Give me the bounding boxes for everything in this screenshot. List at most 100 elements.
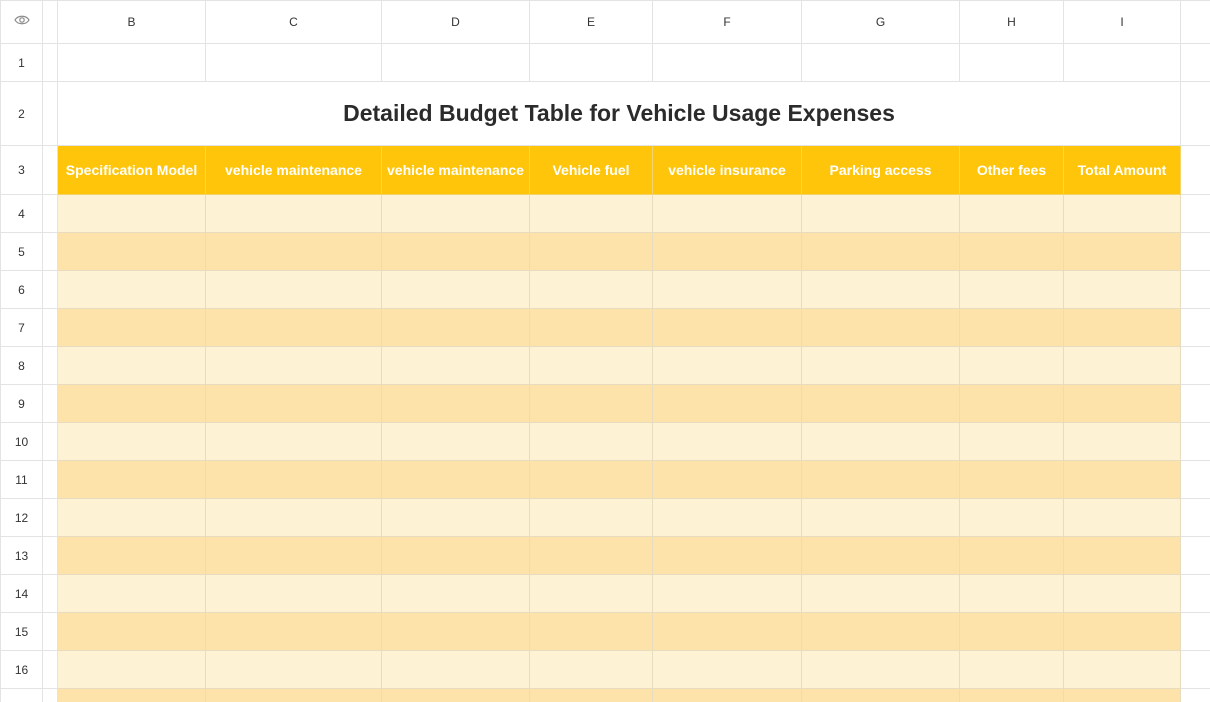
table-cell[interactable] [801,384,960,423]
table-cell[interactable] [652,460,802,499]
column-header-a[interactable] [42,0,58,44]
table-cell[interactable] [381,232,530,271]
column-header-g[interactable]: G [801,0,960,44]
cell[interactable] [42,612,58,651]
row-header[interactable]: 1 [0,43,43,82]
table-cell[interactable] [959,308,1064,347]
cell[interactable] [42,650,58,689]
table-cell[interactable] [652,536,802,575]
header-specification-model[interactable]: Specification Model [57,145,206,195]
table-cell[interactable] [652,232,802,271]
table-cell[interactable] [57,574,206,613]
table-cell[interactable] [652,498,802,537]
table-cell[interactable] [529,194,653,233]
column-header-c[interactable]: C [205,0,382,44]
row-header[interactable]: 2 [0,81,43,146]
row-header[interactable]: 13 [0,536,43,575]
table-cell[interactable] [652,650,802,689]
cell[interactable] [42,270,58,309]
table-cell[interactable] [1063,270,1181,309]
table-cell[interactable] [205,270,382,309]
cell[interactable] [1180,43,1210,82]
table-cell[interactable] [1063,498,1181,537]
cell[interactable] [42,688,58,702]
cell[interactable] [1180,232,1210,271]
table-cell[interactable] [959,498,1064,537]
row-header[interactable]: 4 [0,194,43,233]
cell[interactable] [1180,536,1210,575]
table-cell[interactable] [1063,232,1181,271]
table-cell[interactable] [205,574,382,613]
table-cell[interactable] [801,232,960,271]
table-cell[interactable] [381,346,530,385]
table-cell[interactable] [529,650,653,689]
table-cell[interactable] [1063,460,1181,499]
table-cell[interactable] [801,270,960,309]
table-cell[interactable] [801,498,960,537]
table-cell[interactable] [205,536,382,575]
column-header-f[interactable]: F [652,0,802,44]
table-cell[interactable] [381,612,530,651]
table-cell[interactable] [529,498,653,537]
cell[interactable] [801,43,960,82]
table-cell[interactable] [529,232,653,271]
table-cell[interactable] [205,422,382,461]
cell[interactable] [42,574,58,613]
header-vehicle-maintenance[interactable]: vehicle maintenance [205,145,382,195]
cell[interactable] [1180,270,1210,309]
table-cell[interactable] [529,270,653,309]
cell[interactable] [1180,346,1210,385]
table-cell[interactable] [57,460,206,499]
table-cell[interactable] [801,650,960,689]
row-header[interactable]: 9 [0,384,43,423]
table-cell[interactable] [381,194,530,233]
row-header[interactable]: 8 [0,346,43,385]
column-header-h[interactable]: H [959,0,1064,44]
table-cell[interactable] [57,612,206,651]
table-cell[interactable] [1063,536,1181,575]
cell[interactable] [1180,422,1210,461]
table-cell[interactable] [959,460,1064,499]
table-cell[interactable] [529,308,653,347]
table-cell[interactable] [1063,612,1181,651]
column-header-b[interactable]: B [57,0,206,44]
table-cell[interactable] [959,346,1064,385]
cell[interactable] [1063,43,1181,82]
table-cell[interactable] [529,422,653,461]
table-cell[interactable] [381,460,530,499]
table-cell[interactable] [205,498,382,537]
cell[interactable] [1180,384,1210,423]
table-cell[interactable] [57,384,206,423]
table-cell[interactable] [57,308,206,347]
column-header-i[interactable]: I [1063,0,1181,44]
cell[interactable] [1180,688,1210,702]
column-header-j[interactable] [1180,0,1210,44]
cell[interactable] [1180,460,1210,499]
table-cell[interactable] [381,536,530,575]
table-cell[interactable] [801,308,960,347]
row-header[interactable]: 16 [0,650,43,689]
table-cell[interactable] [801,422,960,461]
cell[interactable] [42,422,58,461]
row-header[interactable]: 3 [0,145,43,195]
table-cell[interactable] [652,422,802,461]
table-cell[interactable] [801,612,960,651]
cell[interactable] [1180,81,1210,146]
cell[interactable] [57,43,206,82]
table-cell[interactable] [381,308,530,347]
row-header[interactable]: 17 [0,688,43,702]
table-cell[interactable] [801,194,960,233]
table-cell[interactable] [1063,650,1181,689]
table-cell[interactable] [205,650,382,689]
table-cell[interactable] [1063,308,1181,347]
cell[interactable] [1180,145,1210,195]
table-cell[interactable] [801,536,960,575]
table-cell[interactable] [57,194,206,233]
row-header[interactable]: 6 [0,270,43,309]
table-cell[interactable] [205,688,382,702]
column-header-e[interactable]: E [529,0,653,44]
column-header-d[interactable]: D [381,0,530,44]
table-cell[interactable] [381,422,530,461]
cell[interactable] [1180,308,1210,347]
cell[interactable] [42,232,58,271]
